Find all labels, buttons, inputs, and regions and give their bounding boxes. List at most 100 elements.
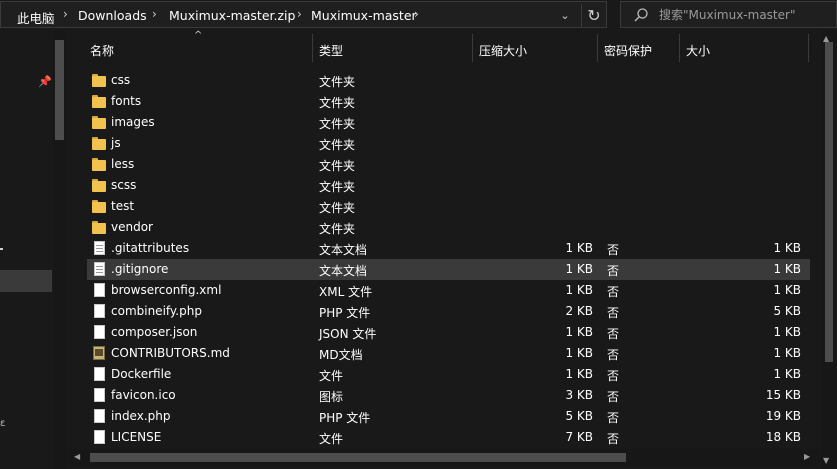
breadcrumb-zip[interactable]: Muximux-master.zip — [169, 8, 295, 23]
breadcrumb-separator-icon[interactable]: › — [297, 7, 302, 21]
pin-icon[interactable]: 📌 — [38, 75, 52, 88]
file-icon — [91, 366, 107, 383]
file-password-protected: 否 — [607, 327, 620, 341]
file-password-protected: 否 — [607, 369, 620, 383]
folder-icon — [91, 72, 107, 89]
file-row[interactable]: js 文件夹 — [87, 133, 810, 154]
file-row[interactable]: css 文件夹 — [87, 70, 810, 91]
navigation-pane[interactable]: 📌 — [0, 30, 52, 469]
file-row[interactable]: scss 文件夹 — [87, 175, 810, 196]
column-header-type[interactable]: 类型 — [319, 42, 343, 59]
file-type: 文件夹 — [319, 159, 356, 173]
column-header-size[interactable]: 大小 — [686, 42, 710, 59]
file-name: composer.json — [111, 325, 198, 339]
file-icon — [91, 282, 107, 299]
file-type: 文本文档 — [319, 264, 368, 278]
file-type: 文件夹 — [319, 201, 356, 215]
file-row[interactable]: .gitignore 文本文档 1 KB 否 1 KB — [87, 259, 810, 280]
file-size: 18 KB — [765, 430, 801, 444]
document-icon — [91, 240, 107, 257]
column-divider[interactable] — [312, 34, 313, 62]
file-type: 文本文档 — [319, 243, 368, 257]
file-row[interactable]: images 文件夹 — [87, 112, 810, 133]
file-row[interactable]: combineify.php PHP 文件 2 KB 否 5 KB — [87, 301, 810, 322]
file-type: 文件 — [319, 432, 344, 446]
column-divider[interactable] — [597, 34, 598, 62]
column-header-compressed-size[interactable]: 压缩大小 — [479, 42, 527, 59]
file-type: JSON 文件 — [319, 327, 377, 341]
file-password-protected: 否 — [607, 348, 620, 362]
breadcrumb-separator-icon[interactable]: › — [152, 7, 157, 21]
vertical-scrollbar-thumb[interactable] — [825, 42, 833, 362]
nav-scrollbar-thumb[interactable] — [55, 40, 64, 140]
address-bar[interactable]: 此电脑 › Downloads › Muximux-master.zip › M… — [0, 1, 607, 28]
horizontal-scrollbar-thumb[interactable] — [90, 453, 626, 462]
file-row[interactable]: browserconfig.xml XML 文件 1 KB 否 1 KB — [87, 280, 810, 301]
breadcrumb-downloads[interactable]: Downloads — [78, 8, 147, 23]
file-row[interactable]: fonts 文件夹 — [87, 91, 810, 112]
horizontal-scrollbar[interactable]: ◀ ▶ — [68, 449, 820, 466]
file-password-protected: 否 — [607, 264, 620, 278]
scroll-right-icon[interactable]: ▶ — [804, 452, 810, 461]
file-type: 文件 — [319, 369, 344, 383]
file-password-protected: 否 — [607, 432, 620, 446]
search-box[interactable] — [620, 1, 837, 28]
file-compressed-size: 7 KB — [565, 430, 593, 444]
file-row[interactable]: test 文件夹 — [87, 196, 810, 217]
address-bar-area: 此电脑 › Downloads › Muximux-master.zip › M… — [0, 0, 837, 30]
file-row[interactable]: favicon.ico 图标 3 KB 否 15 KB — [87, 385, 810, 406]
file-name: css — [111, 73, 131, 87]
file-compressed-size: 1 KB — [565, 346, 593, 360]
scroll-left-icon[interactable]: ◀ — [74, 452, 80, 461]
file-name: less — [111, 157, 135, 171]
file-row[interactable]: Dockerfile 文件 1 KB 否 1 KB — [87, 364, 810, 385]
file-row[interactable]: vendor 文件夹 — [87, 217, 810, 238]
file-type: 文件夹 — [319, 96, 356, 110]
nav-item-marker — [0, 248, 3, 250]
file-name: vendor — [111, 220, 153, 234]
file-name: images — [111, 115, 155, 129]
folder-icon — [91, 177, 107, 194]
column-header-name[interactable]: 名称 — [90, 42, 114, 59]
folder-icon — [91, 135, 107, 152]
file-row[interactable]: LICENSE 文件 7 KB 否 18 KB — [87, 427, 810, 448]
address-dropdown-icon[interactable]: ⌄ — [554, 4, 576, 28]
file-type: 文件夹 — [319, 180, 356, 194]
markdown-file-icon — [91, 345, 107, 362]
file-size: 19 KB — [765, 409, 801, 423]
file-row[interactable]: less 文件夹 — [87, 154, 810, 175]
file-icon — [91, 303, 107, 320]
file-name: test — [111, 199, 135, 213]
file-name: browserconfig.xml — [111, 283, 222, 297]
file-compressed-size: 5 KB — [565, 409, 593, 423]
breadcrumb-folder[interactable]: Muximux-master — [311, 8, 417, 23]
file-name: index.php — [111, 409, 171, 423]
column-divider[interactable] — [808, 34, 809, 62]
nav-item-marker: ε — [0, 418, 6, 429]
file-size: 5 KB — [773, 304, 801, 318]
breadcrumb-this-pc[interactable]: 此电脑 — [17, 8, 55, 27]
column-header-password-protected[interactable]: 密码保护 — [604, 42, 652, 59]
vertical-scrollbar[interactable]: ▲ ▼ — [821, 30, 837, 469]
file-name: CONTRIBUTORS.md — [111, 346, 230, 360]
column-divider[interactable] — [472, 34, 473, 62]
scroll-down-icon[interactable]: ▼ — [823, 456, 829, 465]
nav-selected-item[interactable] — [0, 270, 52, 292]
file-password-protected: 否 — [607, 411, 620, 425]
file-row[interactable]: .gitattributes 文本文档 1 KB 否 1 KB — [87, 238, 810, 259]
file-row[interactable]: index.php PHP 文件 5 KB 否 19 KB — [87, 406, 810, 427]
file-compressed-size: 3 KB — [565, 388, 593, 402]
file-name: js — [111, 136, 121, 150]
breadcrumb-separator-icon[interactable]: › — [414, 7, 419, 21]
search-icon — [634, 8, 648, 22]
file-row[interactable]: composer.json JSON 文件 1 KB 否 1 KB — [87, 322, 810, 343]
folder-icon — [91, 198, 107, 215]
file-row[interactable]: CONTRIBUTORS.md MD文档 1 KB 否 1 KB — [87, 343, 810, 364]
refresh-button[interactable]: ↻ — [581, 4, 606, 28]
column-divider[interactable] — [679, 34, 680, 62]
search-input[interactable] — [659, 6, 829, 24]
file-name: fonts — [111, 94, 142, 108]
file-type: PHP 文件 — [319, 411, 371, 425]
breadcrumb-separator-icon[interactable]: › — [63, 7, 68, 21]
file-name: .gitignore — [111, 262, 169, 276]
